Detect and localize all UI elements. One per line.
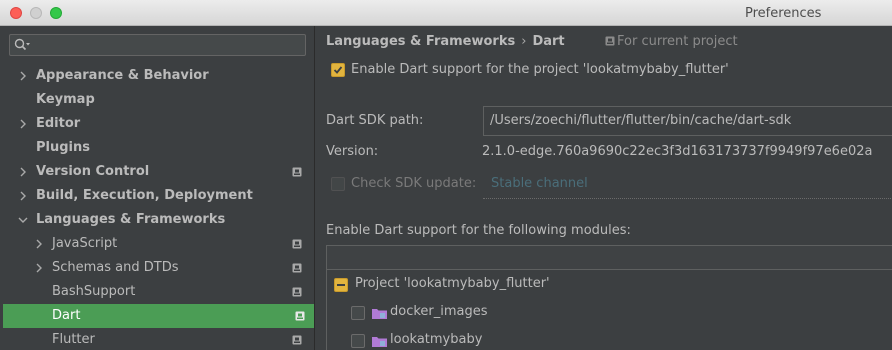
chevron-right-icon[interactable]: [18, 118, 28, 130]
modules-tree: Project 'lookatmybaby_flutter' docker_im…: [326, 245, 892, 350]
sidebar-item-label: Version Control: [36, 164, 150, 179]
sidebar-item-label: Schemas and DTDs: [52, 260, 179, 275]
sidebar-item-label: Flutter: [52, 332, 95, 347]
sidebar-item-flutter[interactable]: Flutter: [0, 328, 314, 350]
sidebar-item-javascript[interactable]: JavaScript: [0, 232, 314, 256]
breadcrumb-separator: ›: [521, 34, 527, 49]
breadcrumb-page: Dart: [532, 34, 565, 49]
modules-label: Enable Dart support for the following mo…: [326, 223, 631, 238]
sidebar-item-plugins[interactable]: Plugins: [0, 136, 314, 160]
check-sdk-update-checkbox[interactable]: [331, 177, 345, 191]
version-label: Version:: [326, 144, 379, 159]
modules-header: [327, 246, 892, 270]
checkmark-icon: [333, 66, 343, 74]
project-module-label: Project 'lookatmybaby_flutter': [355, 276, 550, 291]
window-title: Preferences: [745, 6, 822, 21]
chevron-right-icon[interactable]: [18, 190, 28, 202]
sidebar-item-dart[interactable]: Dart: [3, 304, 314, 328]
search-input[interactable]: [9, 34, 306, 56]
minimize-window-button[interactable]: [30, 7, 42, 19]
project-scope-icon: [605, 36, 615, 46]
sidebar-item-editor[interactable]: Editor: [0, 112, 314, 136]
sidebar-item-label: Languages & Frameworks: [36, 212, 226, 227]
module-folder-icon: [372, 337, 387, 347]
chevron-right-icon[interactable]: [34, 262, 44, 274]
dart-settings-panel: Languages & Frameworks › Dart For current …: [315, 26, 892, 350]
project-scope-icon: [292, 167, 302, 177]
sidebar-item-label: Dart: [52, 308, 81, 323]
chevron-right-icon[interactable]: [18, 70, 28, 82]
title-bar: Preferences: [0, 0, 892, 26]
module-folder-icon: [372, 309, 387, 319]
project-scope-icon: [295, 311, 305, 321]
enable-dart-label[interactable]: Enable Dart support for the project 'loo…: [351, 62, 729, 77]
sidebar-item-bashsupport[interactable]: BashSupport: [0, 280, 314, 304]
sdk-path-field[interactable]: /Users/zoechi/flutter/flutter/bin/cache/…: [483, 106, 892, 136]
sidebar-item-label: Appearance & Behavior: [36, 68, 209, 83]
module-checkbox[interactable]: [351, 334, 365, 348]
project-module-checkbox[interactable]: [334, 278, 348, 292]
update-channel-select[interactable]: Stable channel: [483, 171, 892, 199]
module-label: lookatmybaby: [390, 332, 483, 347]
chevron-right-icon[interactable]: [18, 166, 28, 178]
update-channel-value: Stable channel: [491, 176, 588, 191]
project-scope-icon: [292, 335, 302, 345]
zoom-window-button[interactable]: [50, 7, 62, 19]
sidebar-item-label: Build, Execution, Deployment: [36, 188, 253, 203]
version-value: 2.1.0-edge.760a9690c22ec3f3d163173737f99…: [482, 144, 873, 159]
sdk-path-label: Dart SDK path:: [326, 113, 424, 128]
sdk-path-value: /Users/zoechi/flutter/flutter/bin/cache/…: [490, 113, 792, 128]
breadcrumb: Languages & Frameworks › Dart For current …: [326, 34, 738, 49]
scope-indicator: For current project: [605, 34, 738, 49]
sidebar-item-build-execution-deployment[interactable]: Build, Execution, Deployment: [0, 184, 314, 208]
sidebar-item-keymap[interactable]: Keymap: [0, 88, 314, 112]
chevron-down-icon[interactable]: [17, 214, 28, 226]
search-icon[interactable]: [14, 38, 30, 52]
settings-sidebar: Appearance & Behavior Keymap Editor Plug…: [0, 26, 314, 350]
sidebar-item-label: BashSupport: [52, 284, 136, 299]
module-label: docker_images: [390, 304, 488, 319]
project-scope-icon: [292, 239, 302, 249]
project-scope-icon: [292, 263, 302, 273]
sidebar-item-label: Plugins: [36, 140, 90, 155]
sidebar-item-schemas-dtds[interactable]: Schemas and DTDs: [0, 256, 314, 280]
module-checkbox[interactable]: [351, 306, 365, 320]
sidebar-item-label: JavaScript: [52, 236, 118, 251]
sidebar-item-languages-frameworks[interactable]: Languages & Frameworks: [0, 208, 314, 232]
breadcrumb-section: Languages & Frameworks: [326, 34, 516, 49]
chevron-right-icon[interactable]: [34, 238, 44, 250]
scope-label: For current project: [617, 34, 738, 49]
check-sdk-update-label[interactable]: Check SDK update:: [351, 176, 476, 191]
enable-dart-checkbox[interactable]: [331, 63, 345, 77]
sidebar-item-label: Keymap: [36, 92, 95, 107]
sidebar-item-version-control[interactable]: Version Control: [0, 160, 314, 184]
close-window-button[interactable]: [10, 7, 22, 19]
sidebar-item-label: Editor: [36, 116, 81, 131]
sidebar-item-appearance-behavior[interactable]: Appearance & Behavior: [0, 64, 314, 88]
settings-tree: Appearance & Behavior Keymap Editor Plug…: [0, 64, 314, 350]
project-scope-icon: [292, 287, 302, 297]
